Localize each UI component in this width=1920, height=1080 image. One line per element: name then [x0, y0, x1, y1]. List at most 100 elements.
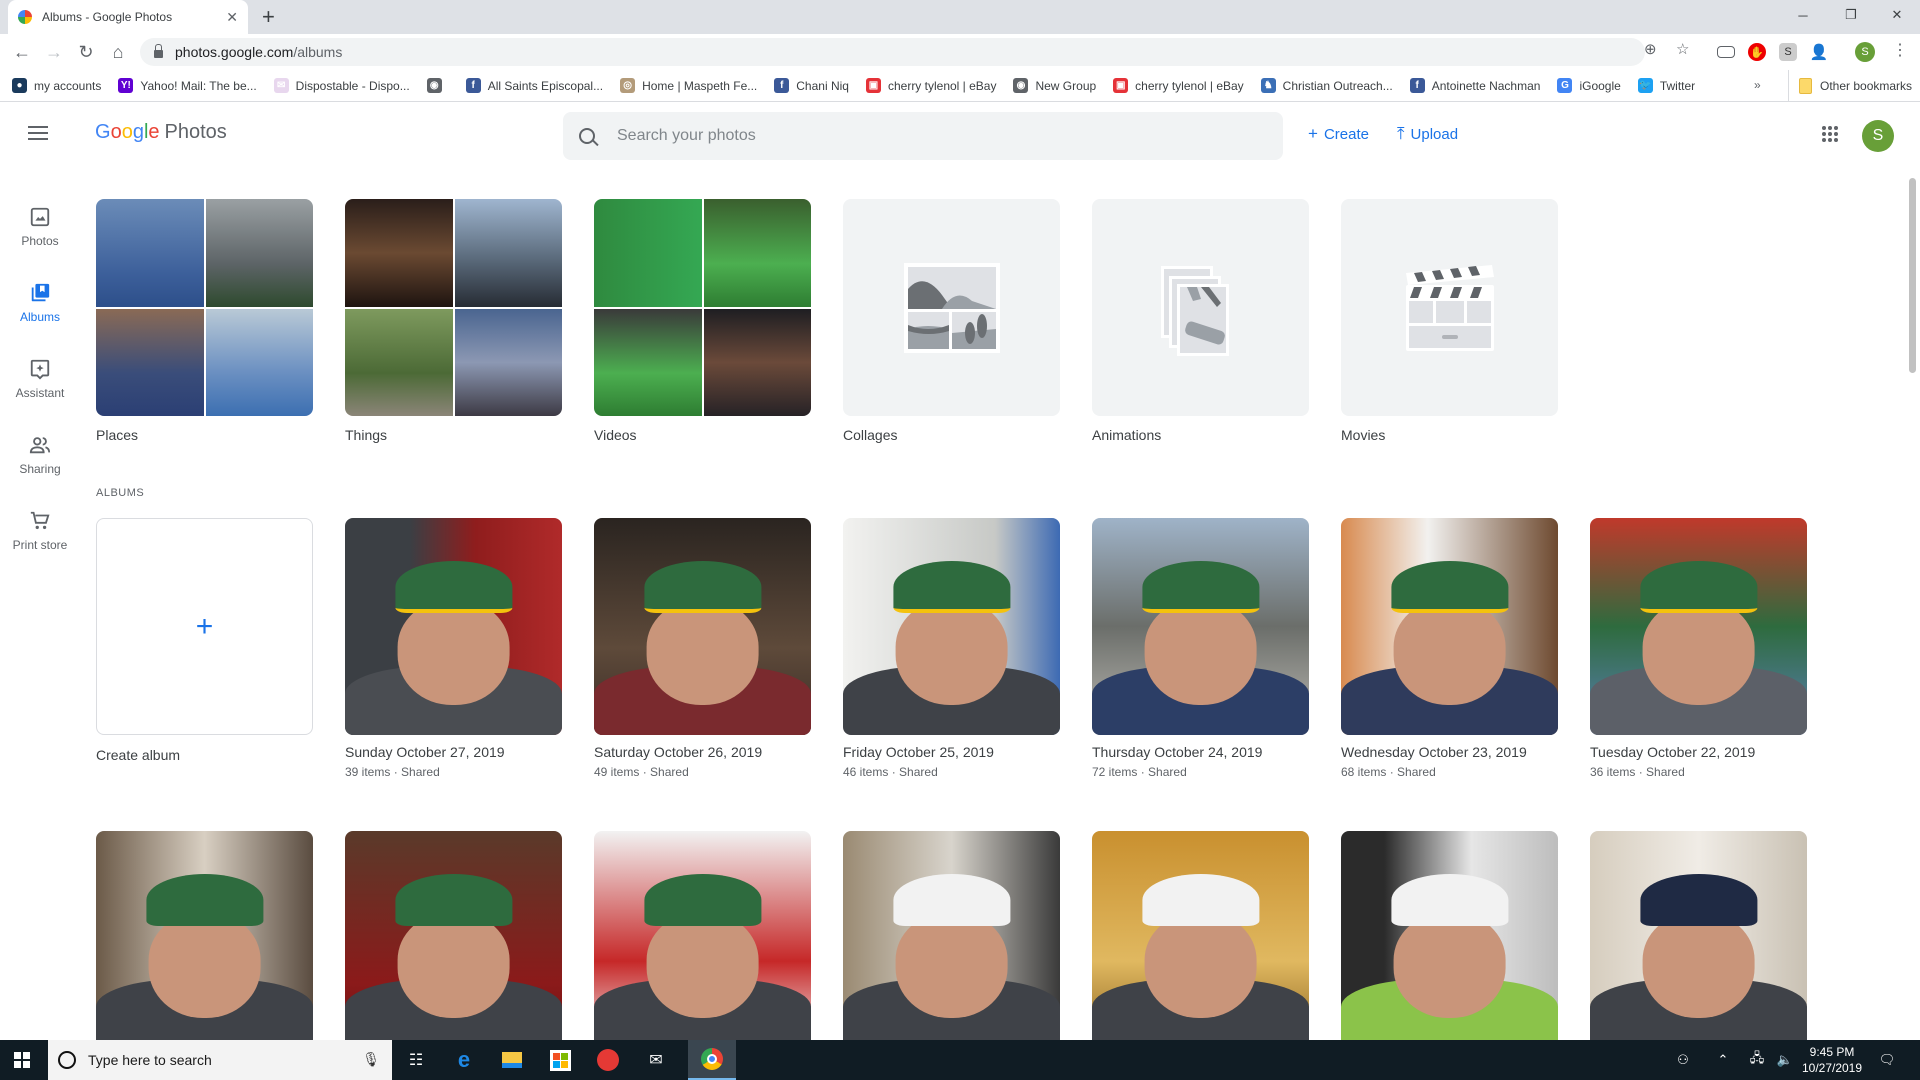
- seal-icon: ◎: [620, 78, 636, 93]
- bookmark-item[interactable]: f Antoinette Nachman: [1409, 78, 1540, 93]
- sidebar-item-albums[interactable]: Albums: [0, 272, 80, 348]
- adblock-extension-icon[interactable]: ✋: [1748, 43, 1766, 61]
- photo-subject-cap: [643, 561, 762, 614]
- install-app-icon[interactable]: ⊕: [1644, 40, 1657, 58]
- microsoft-store-icon[interactable]: [536, 1040, 584, 1080]
- album-meta: 39 items · Shared: [345, 765, 440, 779]
- category-card-collages[interactable]: Collages: [843, 199, 1060, 443]
- category-card-movies[interactable]: Movies: [1341, 199, 1558, 443]
- minimize-window-icon[interactable]: ─: [1780, 0, 1826, 30]
- photos-search-bar[interactable]: [563, 112, 1283, 160]
- photo-subject-cap: [1390, 561, 1509, 614]
- file-explorer-icon[interactable]: [488, 1040, 536, 1080]
- bookmark-item[interactable]: GiGoogle: [1557, 78, 1621, 93]
- browser-tab-active[interactable]: Albums - Google Photos ✕: [8, 0, 248, 34]
- scrollbar-thumb[interactable]: [1909, 178, 1916, 373]
- extension-card-icon[interactable]: [1717, 46, 1735, 58]
- bookmark-item[interactable]: Y! Yahoo! Mail: The be...: [118, 78, 257, 93]
- sidebar-item-sharing[interactable]: Sharing: [0, 424, 80, 500]
- restore-window-icon[interactable]: ❐: [1828, 0, 1874, 30]
- album-card[interactable]: Sunday October 27, 2019 39 items · Shared: [345, 518, 562, 779]
- bookmark-item[interactable]: ◉: [426, 78, 449, 93]
- taskbar-search-placeholder: Type here to search: [88, 1052, 212, 1068]
- tab-close-icon[interactable]: ✕: [226, 9, 238, 26]
- bookmark-item[interactable]: ♞ Christian Outreach...: [1260, 78, 1393, 93]
- album-card[interactable]: [843, 831, 1060, 1048]
- home-icon[interactable]: ⌂: [106, 40, 130, 64]
- create-album-card[interactable]: + Create album: [96, 518, 313, 763]
- bookmark-item[interactable]: ◎ Home | Maspeth Fe...: [620, 78, 757, 93]
- create-album-plus-icon[interactable]: +: [96, 518, 313, 735]
- account-avatar[interactable]: S: [1862, 120, 1894, 152]
- sidebar-item-print-store[interactable]: Print store: [0, 500, 80, 576]
- category-card-things[interactable]: Things: [345, 199, 562, 443]
- photo-subject-cap: [892, 561, 1011, 614]
- browser-menu-icon[interactable]: ⋮: [1892, 40, 1908, 60]
- bookmark-star-icon[interactable]: ☆: [1676, 40, 1689, 58]
- category-card-videos[interactable]: Videos: [594, 199, 811, 443]
- reload-icon[interactable]: ↻: [74, 40, 98, 64]
- photo-subject-face: [148, 913, 261, 1018]
- bookmark-item[interactable]: ✉ Dispostable - Dispo...: [273, 78, 410, 93]
- bookmark-item[interactable]: f All Saints Episcopal...: [465, 78, 603, 93]
- close-window-icon[interactable]: ✕: [1874, 0, 1920, 30]
- category-card-places[interactable]: Places: [96, 199, 313, 443]
- other-bookmarks-folder[interactable]: Other bookmarks: [1788, 70, 1912, 102]
- album-card[interactable]: Wednesday October 23, 2019 68 items · Sha…: [1341, 518, 1558, 779]
- s-extension-icon[interactable]: S: [1779, 43, 1797, 61]
- bookmark-item[interactable]: 🐦 Twitter: [1637, 78, 1695, 93]
- album-card[interactable]: [345, 831, 562, 1048]
- taskbar-search-box[interactable]: Type here to search 🎙: [48, 1040, 392, 1080]
- photos-header: GooglePhotos +Create ⤒Upload S: [0, 102, 1920, 166]
- google-apps-icon[interactable]: [1822, 126, 1838, 142]
- album-card[interactable]: [96, 831, 313, 1048]
- bookmark-item[interactable]: ▣ cherry tylenol | eBay: [1113, 78, 1244, 93]
- album-card[interactable]: [1092, 831, 1309, 1048]
- new-tab-button[interactable]: +: [262, 4, 275, 30]
- bookmark-item[interactable]: f Chani Niq: [774, 78, 849, 93]
- network-icon[interactable]: 🖧: [1744, 1040, 1770, 1080]
- action-center-icon[interactable]: 🗨: [1872, 1040, 1902, 1080]
- album-card[interactable]: Thursday October 24, 2019 72 items · Shar…: [1092, 518, 1309, 779]
- create-album-label: Create album: [96, 747, 181, 763]
- search-icon[interactable]: [579, 128, 595, 144]
- microphone-icon[interactable]: 🎙: [362, 1051, 380, 1068]
- main-menu-icon[interactable]: [28, 126, 48, 140]
- bookmarks-bar: ● my accounts Y! Yahoo! Mail: The be... ✉ Dis…: [0, 70, 1920, 102]
- cloud-app-icon[interactable]: [584, 1040, 632, 1080]
- volume-icon[interactable]: 🔈: [1772, 1040, 1798, 1080]
- forward-arrow-icon[interactable]: →: [42, 40, 66, 64]
- album-card[interactable]: Friday October 25, 2019 46 items · Shared: [843, 518, 1060, 779]
- back-arrow-icon[interactable]: ←: [10, 40, 34, 64]
- create-button[interactable]: + Create: [1308, 124, 1369, 144]
- album-card[interactable]: [1341, 831, 1558, 1048]
- album-card[interactable]: [594, 831, 811, 1048]
- profile-avatar[interactable]: S: [1855, 42, 1875, 62]
- album-card[interactable]: Saturday October 26, 2019 49 items · Shar…: [594, 518, 811, 779]
- bookmark-item[interactable]: ● my accounts: [12, 78, 101, 93]
- more-bookmarks-chevron-icon[interactable]: »: [1754, 78, 1761, 92]
- windows-start-icon[interactable]: [14, 1052, 30, 1068]
- task-view-icon[interactable]: ☷: [392, 1040, 440, 1080]
- photo-subject-face: [1144, 600, 1257, 705]
- show-hidden-icons-chevron-icon[interactable]: ⌃: [1710, 1040, 1736, 1080]
- category-card-animations[interactable]: Animations: [1092, 199, 1309, 443]
- taskbar-clock[interactable]: 9:45 PM 10/27/2019: [1800, 1044, 1864, 1076]
- mail-icon[interactable]: ✉: [632, 1040, 680, 1080]
- google-photos-logo[interactable]: Google Photos: [95, 121, 227, 144]
- chrome-taskbar-icon[interactable]: [688, 1040, 736, 1080]
- sidebar-item-assistant[interactable]: Assistant: [0, 348, 80, 424]
- page-scrollbar[interactable]: [1905, 168, 1920, 1040]
- search-input[interactable]: [617, 127, 1237, 145]
- album-shared-status: Shared: [650, 765, 689, 779]
- bookmark-item[interactable]: ◉ New Group: [1013, 78, 1096, 93]
- address-bar[interactable]: photos.google.com/albums: [140, 38, 1645, 66]
- person-x-extension-icon[interactable]: 👤: [1810, 43, 1829, 61]
- album-card[interactable]: Tuesday October 22, 2019 36 items · Share…: [1590, 518, 1807, 779]
- edge-browser-icon[interactable]: e: [440, 1040, 488, 1080]
- sidebar-item-photos[interactable]: Photos: [0, 196, 80, 272]
- people-icon[interactable]: ⚇: [1668, 1040, 1698, 1080]
- bookmark-item[interactable]: ▣ cherry tylenol | eBay: [865, 78, 996, 93]
- upload-button[interactable]: ⤒ Upload: [1397, 124, 1458, 144]
- album-card[interactable]: [1590, 831, 1807, 1048]
